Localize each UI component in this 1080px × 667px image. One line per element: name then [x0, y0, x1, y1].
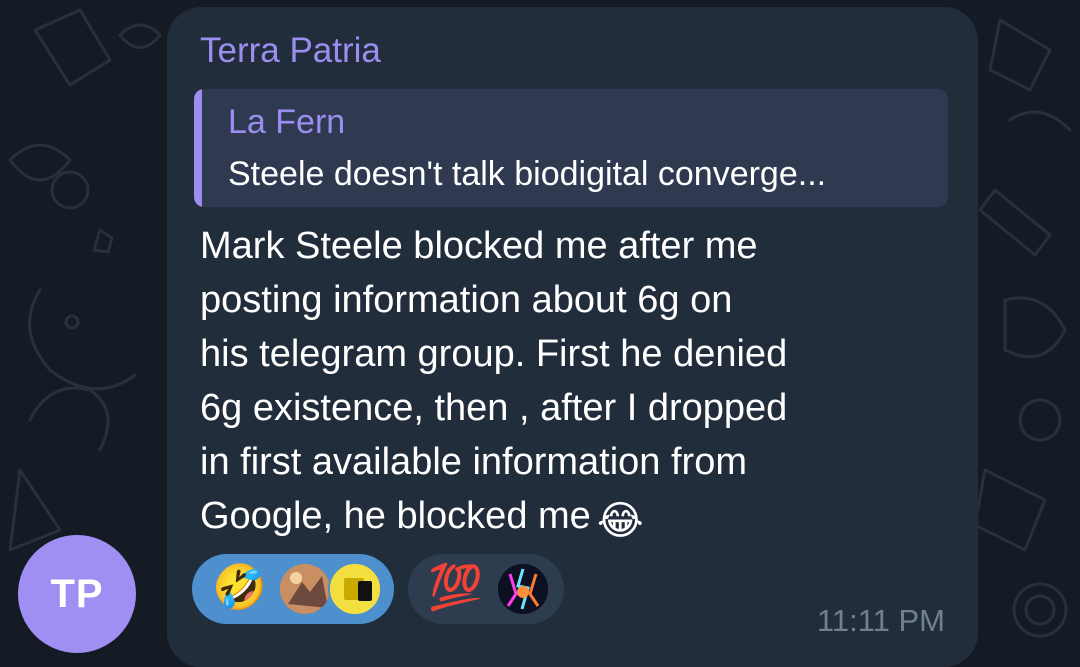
reaction-rolling-laughing[interactable]: 🤣	[192, 554, 394, 624]
avatar-initials: TP	[50, 571, 104, 616]
neon-avatar-icon	[498, 564, 548, 614]
photo-avatar-icon	[280, 564, 330, 614]
reply-author: La Fern	[228, 103, 346, 141]
message-text-block: Mark Steele blocked me after me posting …	[200, 219, 920, 548]
message-text: Mark Steele blocked me after me posting …	[200, 225, 788, 537]
message-bubble[interactable]: Terra Patria La Fern Steele doesn't talk…	[167, 7, 978, 667]
message-timestamp: 11:11 PM	[816, 603, 945, 638]
reactor-avatar-photo	[278, 562, 332, 616]
hundred-points-emoji: 💯	[428, 563, 483, 612]
yellow-avatar-icon	[330, 564, 380, 614]
reply-accent-bar	[194, 89, 202, 207]
reaction-hundred-points[interactable]: 💯	[408, 554, 564, 624]
sender-avatar[interactable]: TP	[18, 535, 136, 653]
reactor-avatar-yellow	[328, 562, 382, 616]
reply-text: Steele doesn't talk biodigital converge.…	[228, 155, 827, 193]
laughing-emoji: 😂	[596, 499, 644, 543]
sender-name[interactable]: Terra Patria	[200, 31, 381, 71]
rolling-laughing-emoji: 🤣	[212, 563, 267, 612]
reply-quote[interactable]: La Fern Steele doesn't talk biodigital c…	[194, 89, 948, 207]
reactor-avatar-neon	[496, 562, 550, 616]
